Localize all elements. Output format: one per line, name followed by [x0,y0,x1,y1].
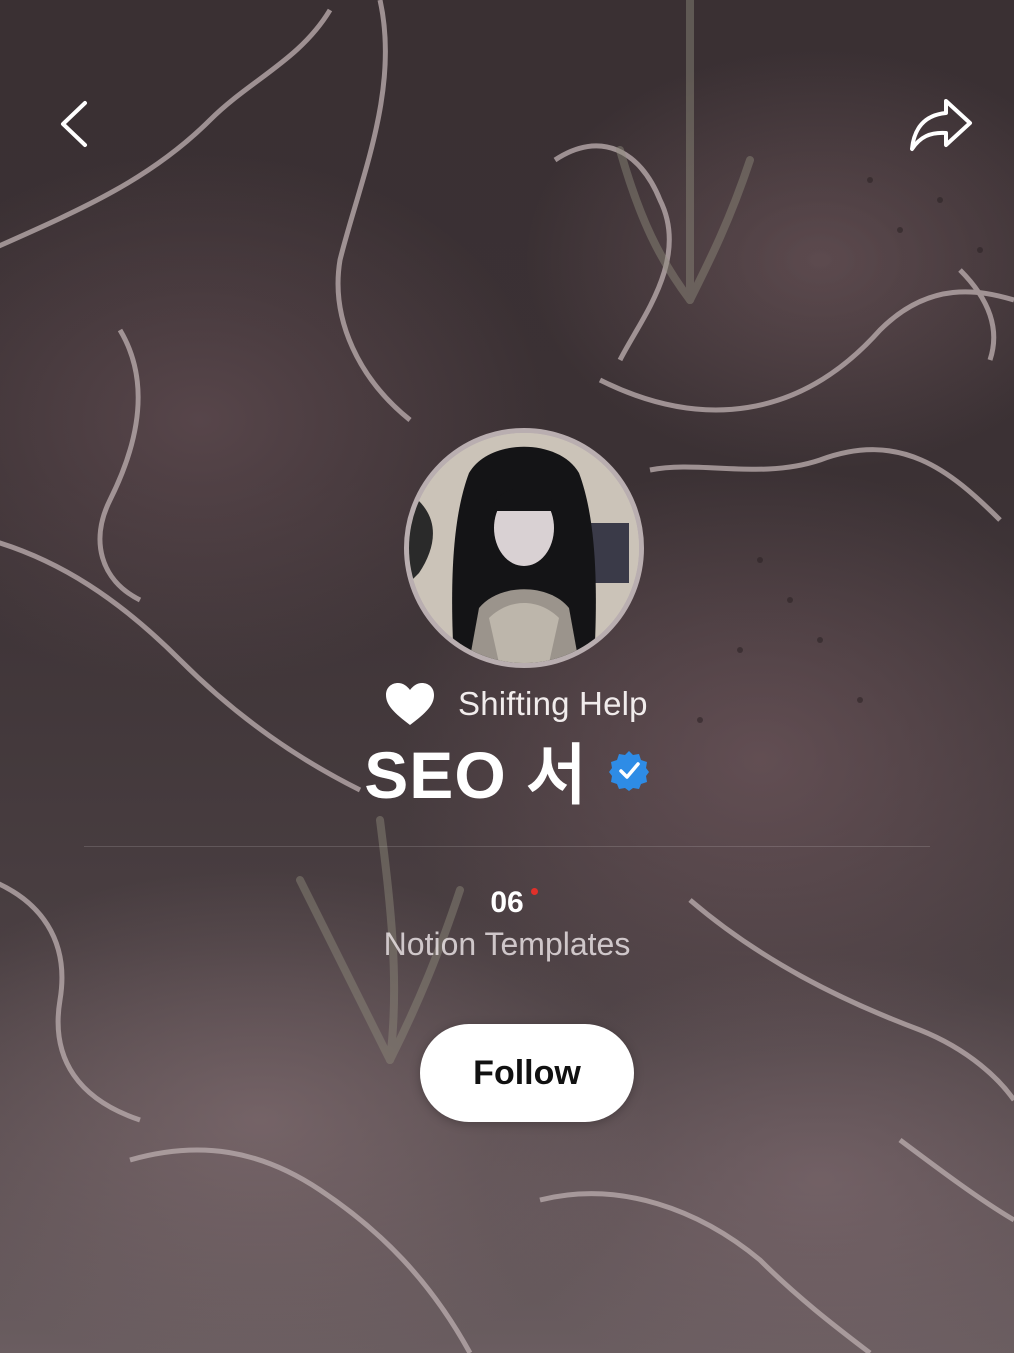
section-divider [84,846,930,847]
templates-stat[interactable]: 06 Notion Templates [0,886,1014,963]
share-button[interactable] [900,88,982,160]
stat-count: 06 [490,886,524,919]
top-navigation-bar [0,0,1014,250]
heart-icon [386,683,434,725]
chevron-left-icon [61,101,87,147]
display-name-row: SEO 서 [0,728,1014,812]
tagline-label: Shifting Help [458,685,648,722]
display-name: SEO 서 [364,738,588,812]
new-indicator-dot [530,888,538,895]
share-arrow-icon [910,99,972,151]
avatar-photo [409,433,639,663]
verified-badge-icon [608,751,649,791]
stat-label: Notion Templates [383,926,631,962]
back-button[interactable] [44,92,104,156]
stat-count-wrapper: 06 [490,886,538,920]
profile-screen: Shifting Help SEO 서 06 Notion Templates … [0,0,1014,1353]
avatar[interactable] [404,428,644,668]
follow-button[interactable]: Follow [420,1024,634,1122]
